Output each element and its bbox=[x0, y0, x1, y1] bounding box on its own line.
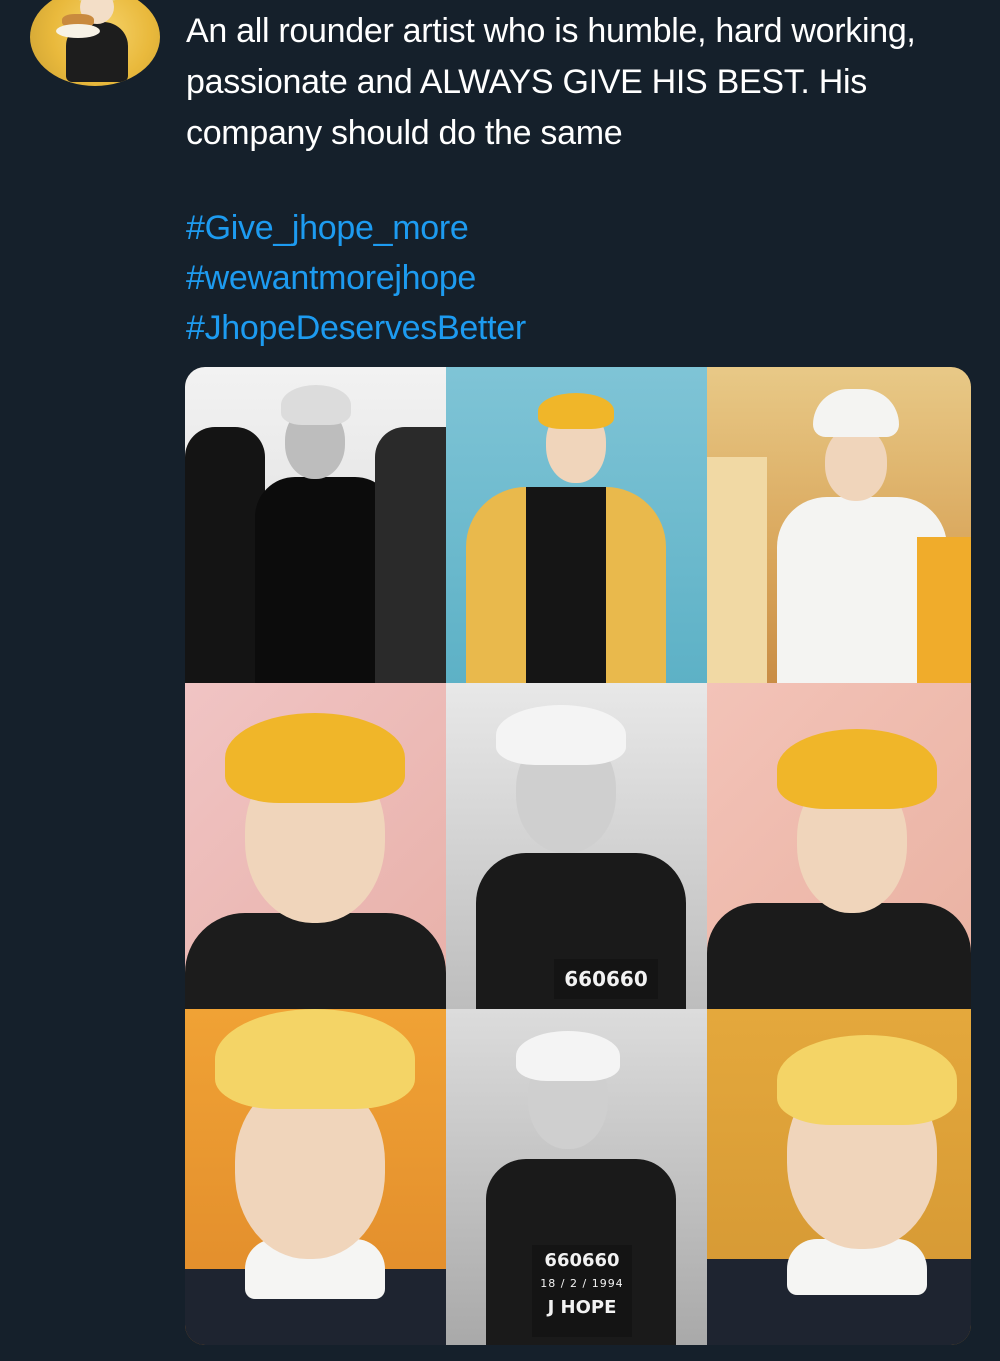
hashtag-give-jhope-more[interactable]: #Give_jhope_more bbox=[186, 203, 526, 253]
hashtag-jhope-deserves-better[interactable]: #JhopeDeservesBetter bbox=[186, 303, 526, 353]
media-photo[interactable] bbox=[707, 683, 971, 1009]
media-photo[interactable] bbox=[185, 367, 446, 683]
tweet[interactable]: An all rounder artist who is humble, har… bbox=[0, 0, 1000, 1361]
media-photo[interactable] bbox=[185, 683, 446, 1009]
media-photo[interactable] bbox=[185, 1009, 446, 1345]
media-photo[interactable] bbox=[446, 367, 707, 683]
tweet-text: An all rounder artist who is humble, har… bbox=[186, 6, 976, 159]
mugshot-placard: 660660 bbox=[554, 959, 658, 999]
mugshot-placard: 660660 18 / 2 / 1994 J HOPE bbox=[532, 1245, 632, 1337]
hashtag-wewantmorejhope[interactable]: #wewantmorejhope bbox=[186, 253, 526, 303]
media-photo[interactable] bbox=[707, 1009, 971, 1345]
media-grid[interactable]: 660660 660660 18 / 2 / 1994 J HOPE bbox=[185, 367, 971, 1345]
media-photo[interactable]: 660660 18 / 2 / 1994 J HOPE bbox=[446, 1009, 707, 1345]
avatar[interactable] bbox=[30, 0, 160, 86]
hashtag-list: #Give_jhope_more #wewantmorejhope #Jhope… bbox=[186, 203, 526, 353]
media-photo[interactable] bbox=[707, 367, 971, 683]
tweet-body: An all rounder artist who is humble, har… bbox=[186, 12, 916, 152]
media-photo[interactable]: 660660 bbox=[446, 683, 707, 1009]
